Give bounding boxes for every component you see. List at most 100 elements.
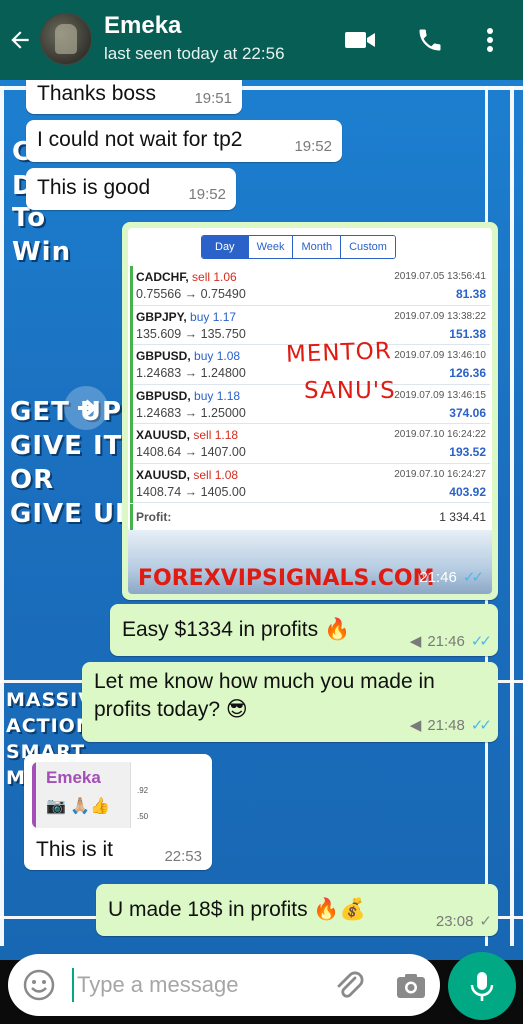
sent-tick-icon: ✓ (479, 913, 491, 930)
message-input[interactable] (72, 968, 312, 1002)
message-time: 19:51 (194, 90, 232, 107)
message-time: 21:48 (427, 716, 465, 734)
trade-volume: 1.18 (216, 388, 241, 403)
trade-side: sell (193, 467, 212, 482)
trade-symbol: CADCHF, (136, 270, 189, 284)
incoming-reply-message[interactable]: Emeka 📷 🙏🏼👍 .92 .50 This is it 22:53 (24, 754, 212, 870)
message-time: 22:53 (164, 848, 202, 865)
trade-volume: 1.08 (216, 349, 241, 363)
outgoing-message[interactable]: U made 18$ in profits 🔥💰 23:08 ✓ (96, 884, 498, 936)
trade-symbol: XAUUSD, (136, 467, 191, 482)
incoming-message[interactable]: This is good 19:52 (26, 168, 236, 210)
wallpaper-text: OR (10, 465, 55, 495)
trade-prices: 1.24683 → 1.25000 (136, 405, 246, 420)
camera-icon (397, 974, 425, 998)
video-call-icon (345, 32, 375, 48)
trade-profit: 81.38 (455, 287, 486, 301)
trade-symbol: GBPUSD, (136, 349, 191, 363)
trade-volume: 1.18 (214, 428, 239, 442)
forward-icon: ◀ (409, 633, 422, 650)
trade-row: CADCHF, sell 1.06 0.75566 → 0.75490 2019… (133, 266, 490, 306)
camera-button[interactable] (393, 968, 429, 1004)
attach-button[interactable] (332, 968, 368, 1004)
message-text: This is it (36, 838, 114, 861)
image-meta: 21:46 ✓✓ (419, 568, 484, 587)
quote-author: Emeka (46, 768, 101, 787)
message-text: U made 18$ in profits 🔥💰 (108, 898, 366, 921)
chat-header: Emeka last seen today at 22:56 (0, 0, 523, 80)
phone-icon (419, 29, 441, 51)
incoming-message[interactable]: Thanks boss 19:51 (26, 76, 242, 114)
mentor-watermark: MENTOR (285, 338, 393, 368)
wallpaper-border (510, 86, 514, 946)
trade-side: sell (192, 270, 211, 284)
wallpaper-border (0, 86, 4, 946)
video-call-button[interactable] (342, 22, 378, 58)
avatar[interactable] (40, 13, 92, 65)
last-seen-status: last seen today at 22:56 (104, 44, 285, 63)
trade-date: 2019.07.09 13:38:22 (394, 310, 486, 322)
paperclip-icon (337, 971, 364, 998)
message-time: 19:52 (188, 186, 226, 203)
wallpaper-text: MASSIV (6, 689, 94, 711)
more-options-button[interactable] (472, 22, 508, 58)
profit-label: Profit: (136, 510, 172, 524)
tab-week: Week (248, 236, 294, 258)
trade-prices: 1408.74 → 1405.00 (136, 484, 246, 499)
trade-date: 2019.07.09 13:46:10 (394, 350, 486, 361)
incoming-message[interactable]: I could not wait for tp2 19:52 (26, 120, 342, 162)
trade-volume: 1.06 (213, 270, 237, 284)
trade-profit: 151.38 (449, 326, 486, 341)
trade-profit: 374.06 (449, 405, 486, 420)
trade-history-image[interactable]: Day Week Month Custom CADCHF, sell 1.06 … (128, 228, 492, 594)
outgoing-message[interactable]: Easy $1334 in profits 🔥 ◀ 21:46 ✓✓ (110, 604, 498, 656)
emoji-icon (23, 969, 55, 1001)
contact-info[interactable]: Emeka last seen today at 22:56 (104, 12, 285, 64)
period-tabs: Day Week Month Custom (201, 235, 396, 259)
wallpaper-arrow-icon (64, 386, 108, 430)
profit-summary: Profit: 1 334.41 (130, 504, 490, 530)
tab-day: Day (202, 236, 249, 258)
thumbnail-value: .92 (137, 786, 149, 795)
quote-accent-bar (32, 762, 36, 828)
microphone-icon (470, 972, 494, 1001)
wallpaper-text: GIVE IT (10, 431, 123, 461)
contact-name: Emeka (104, 12, 182, 39)
trade-date: 2019.07.10 16:24:27 (394, 468, 486, 480)
voice-call-button[interactable] (412, 22, 448, 58)
wallpaper-text: M (6, 767, 26, 789)
message-text: This is good (37, 176, 151, 199)
read-ticks-icon: ✓✓ (462, 569, 484, 586)
message-time: 23:08 (435, 912, 474, 930)
voice-record-button[interactable] (448, 952, 516, 1020)
trade-date: 2019.07.10 16:24:22 (394, 429, 486, 440)
message-composer (8, 954, 440, 1016)
read-ticks-icon: ✓✓ (470, 717, 492, 734)
site-watermark: FOREXVIPSIGNALS.COM (138, 566, 435, 591)
outgoing-image-message[interactable]: Day Week Month Custom CADCHF, sell 1.06 … (122, 222, 498, 600)
back-button[interactable] (0, 0, 40, 80)
read-ticks-icon: ✓✓ (470, 633, 492, 650)
trade-prices: 0.75566 → 0.75490 (136, 287, 246, 301)
trade-side: buy (190, 309, 210, 324)
tab-month: Month (293, 236, 342, 258)
wallpaper-text: ACTION (6, 715, 93, 737)
outgoing-message[interactable]: Let me know how much you made in profits… (82, 662, 498, 742)
emoji-button[interactable] (22, 968, 56, 1002)
trade-profit: 126.36 (449, 366, 486, 380)
quoted-message[interactable]: Emeka 📷 🙏🏼👍 .92 .50 (32, 762, 208, 828)
message-meta: ◀ 21:48 ✓✓ (410, 716, 492, 735)
trade-prices: 135.609 → 135.750 (136, 326, 246, 341)
back-arrow-icon (11, 31, 29, 49)
message-text: Thanks boss (37, 82, 157, 105)
trade-symbol: GBPUSD, (136, 388, 191, 403)
mentor-watermark: SANU'S (304, 378, 396, 404)
wallpaper-text: GIVE UP (10, 499, 136, 529)
message-time: 21:46 (427, 632, 465, 650)
message-time: 19:52 (294, 138, 332, 155)
trade-symbol: XAUUSD, (136, 428, 191, 442)
message-text: I could not wait for tp2 (37, 128, 243, 151)
trade-row: XAUUSD, sell 1.18 1408.64 → 1407.00 2019… (133, 424, 490, 464)
trade-row: GBPJPY, buy 1.17 135.609 → 135.750 2019.… (133, 306, 490, 345)
trade-prices: 1408.64 → 1407.00 (136, 445, 246, 459)
